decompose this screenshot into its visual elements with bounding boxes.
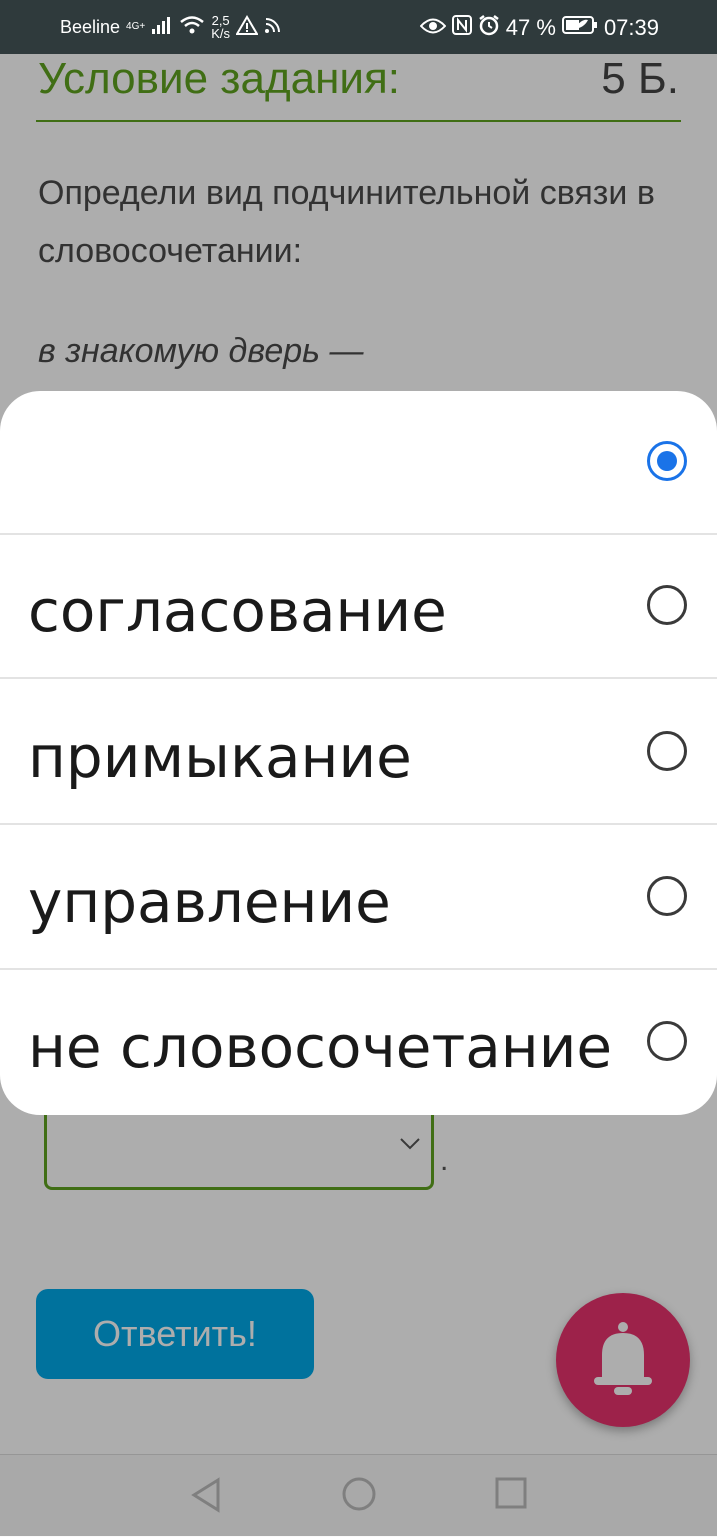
radio-unselected[interactable] [647, 1021, 687, 1061]
alarm-icon [478, 14, 500, 42]
option-soglasovanie[interactable]: согласование [0, 535, 717, 679]
option-empty[interactable] [0, 391, 717, 535]
status-right: 47 % 07:39 [419, 14, 659, 42]
status-left: Beeline 4G+ 2,5 K/s [60, 14, 282, 40]
speed-unit: K/s [211, 26, 231, 41]
option-label: управление [28, 868, 391, 936]
option-ne-slovosochetanie[interactable]: не словосочетание [0, 971, 717, 1115]
battery-percent: 47 % [505, 15, 556, 40]
option-label: не словосочетание [28, 1013, 613, 1081]
network-speed: 2,5 K/s [211, 14, 230, 40]
cast-icon [264, 16, 282, 39]
options-dialog: согласование примыкание управление не сл… [0, 391, 717, 1115]
radio-unselected[interactable] [647, 585, 687, 625]
option-label: согласование [28, 577, 447, 645]
carrier-label: Beeline [60, 16, 121, 37]
battery-icon [561, 15, 598, 41]
status-bar: Beeline 4G+ 2,5 K/s 47 % 07:39 [0, 0, 717, 54]
warning-icon [235, 14, 259, 40]
option-upravlenie[interactable]: управление [0, 826, 717, 970]
radio-selected[interactable] [647, 441, 687, 481]
signal-icon [151, 15, 173, 40]
eye-icon [419, 15, 447, 41]
network-type: 4G+ [126, 21, 146, 32]
clock: 07:39 [603, 15, 659, 40]
nfc-icon [451, 15, 472, 41]
option-label: примыкание [28, 723, 412, 791]
option-primykanie[interactable]: примыкание [0, 681, 717, 825]
radio-unselected[interactable] [647, 731, 687, 771]
radio-unselected[interactable] [647, 876, 687, 916]
wifi-icon [179, 15, 205, 40]
